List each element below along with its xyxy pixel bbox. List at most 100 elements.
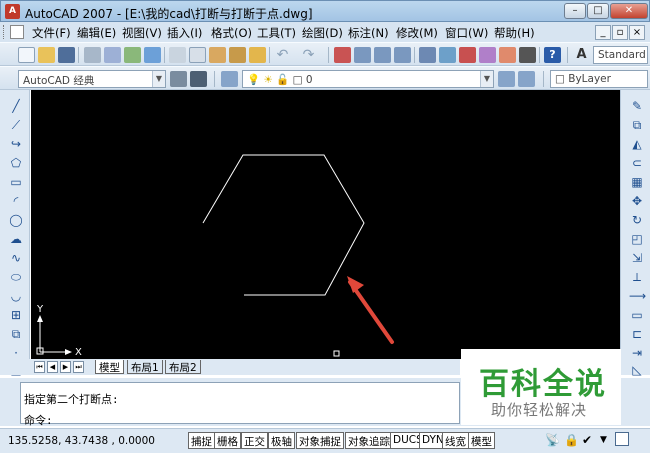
zoom-realtime-icon[interactable] [354,47,371,63]
communication-center-icon[interactable]: 📡 [545,433,560,447]
previous-tab-icon[interactable]: ◀ [47,361,58,373]
command-window[interactable]: 指定第二个打断点: 命令: [20,382,460,427]
text-style-dropdown[interactable]: Standard [593,46,648,64]
scale-icon[interactable]: ◰ [629,231,645,247]
text-style-icon[interactable]: A [573,47,590,63]
tab-layout1[interactable]: 布局1 [127,360,163,374]
construction-line-icon[interactable]: ⟋ [8,117,24,133]
command-prompt[interactable]: 命令: [24,412,53,428]
mirror-icon[interactable]: ◭ [629,136,645,152]
save-icon[interactable] [58,47,75,63]
menu-window[interactable]: 窗口(W) [445,25,488,41]
circle-icon[interactable]: ◯ [8,212,24,228]
cut-icon[interactable] [169,47,186,63]
layer-manager-icon[interactable] [221,71,238,87]
ortho-toggle[interactable]: 正交 [241,432,268,449]
polygon-icon[interactable]: ⬠ [8,155,24,171]
properties-icon[interactable] [419,47,436,63]
revision-cloud-icon[interactable]: ☁ [8,231,24,247]
menu-insert[interactable]: 插入(I) [167,25,202,41]
break-at-point-icon[interactable]: ▭ [629,307,645,323]
block-editor-icon[interactable] [249,47,266,63]
help-icon[interactable]: ? [544,47,561,63]
linetype-dropdown[interactable]: □ ByLayer [550,70,648,88]
polar-toggle[interactable]: 极轴 [268,432,295,449]
print-icon[interactable] [84,47,101,63]
lineweight-toggle[interactable]: 线宽 [442,432,469,449]
my-workspace-icon[interactable] [190,71,207,87]
copy-icon[interactable] [189,47,206,63]
document-icon[interactable] [10,25,24,39]
tab-model[interactable]: 模型 [95,360,124,374]
new-file-icon[interactable] [18,47,35,63]
tool-palettes-icon[interactable] [459,47,476,63]
make-block-icon[interactable]: ⧉ [8,326,24,342]
3d-dwf-icon[interactable] [144,47,161,63]
next-tab-icon[interactable]: ▶ [60,361,71,373]
rectangle-icon[interactable]: ▭ [8,174,24,190]
move-icon[interactable]: ✥ [629,193,645,209]
make-object-layer-current-icon[interactable] [498,71,515,87]
close-button[interactable]: ✕ [610,3,648,19]
menu-tools[interactable]: 工具(T) [257,25,296,41]
design-center-icon[interactable] [439,47,456,63]
markup-icon[interactable] [499,47,516,63]
insert-block-icon[interactable]: ⊞ [8,307,24,323]
open-folder-icon[interactable] [38,47,55,63]
layer-previous-icon[interactable] [518,71,535,87]
menu-view[interactable]: 视图(V) [122,25,162,41]
redo-icon[interactable]: ↷ [300,47,317,63]
annotation-icon[interactable]: ✔ [582,433,592,447]
menu-draw[interactable]: 绘图(D) [302,25,343,41]
array-icon[interactable]: ▦ [629,174,645,190]
doc-close-button[interactable]: × [629,25,645,40]
plot-preview-icon[interactable] [104,47,121,63]
minimize-button[interactable]: – [564,3,586,19]
stretch-icon[interactable]: ⇲ [629,250,645,266]
otrack-toggle[interactable]: 对象追踪 [345,432,393,449]
undo-icon[interactable]: ↶ [274,47,291,63]
spline-icon[interactable]: ∿ [8,250,24,266]
ellipse-arc-icon[interactable]: ◡ [8,288,24,304]
menu-help[interactable]: 帮助(H) [494,25,535,41]
offset-icon[interactable]: ⊂ [629,155,645,171]
tab-layout2[interactable]: 布局2 [165,360,201,374]
chamfer-icon[interactable]: ◺ [629,362,645,378]
menu-file[interactable]: 文件(F) [32,25,71,41]
join-icon[interactable]: ⇥ [629,345,645,361]
grid-toggle[interactable]: 栅格 [214,432,241,449]
break-icon[interactable]: ⊏ [629,326,645,342]
menu-dimension[interactable]: 标注(N) [348,25,389,41]
paste-icon[interactable] [209,47,226,63]
sheet-set-icon[interactable] [479,47,496,63]
lock-toolbar-icon[interactable]: 🔒 [564,433,579,447]
publish-icon[interactable] [124,47,141,63]
erase-icon[interactable]: ✎ [629,98,645,114]
osnap-toggle[interactable]: 对象捕捉 [296,432,344,449]
menu-format[interactable]: 格式(O) [211,25,252,41]
polyline-icon[interactable]: ↪ [8,136,24,152]
calculator-icon[interactable] [519,47,536,63]
workspace-settings-icon[interactable] [170,71,187,87]
menu-edit[interactable]: 编辑(E) [77,25,116,41]
match-properties-icon[interactable] [229,47,246,63]
clean-screen-icon[interactable] [615,432,629,446]
last-tab-icon[interactable]: ⏭ [73,361,84,373]
trim-icon[interactable]: ⟂ [629,269,645,285]
toolbar-grip[interactable] [3,25,6,39]
doc-minimize-button[interactable]: _ [595,25,611,40]
line-icon[interactable]: ╱ [8,98,24,114]
zoom-previous-icon[interactable] [394,47,411,63]
extend-icon[interactable]: ⟶ [629,288,646,304]
arc-icon[interactable]: ◜ [8,193,24,209]
status-menu-arrow-icon[interactable]: ▼ [600,435,607,445]
drawing-canvas[interactable]: Y X [31,90,620,359]
zoom-window-icon[interactable] [374,47,391,63]
snap-toggle[interactable]: 捕捉 [188,432,215,449]
first-tab-icon[interactable]: ⏮ [34,361,45,373]
ellipse-icon[interactable]: ⬭ [8,269,24,285]
maximize-button[interactable]: □ [587,3,609,19]
workspace-dropdown[interactable]: AutoCAD 经典 ▼ [18,70,166,88]
layer-dropdown[interactable]: 💡 ☀ 🔓 □ 0 ▼ [242,70,494,88]
doc-restore-button[interactable]: ▫ [612,25,628,40]
